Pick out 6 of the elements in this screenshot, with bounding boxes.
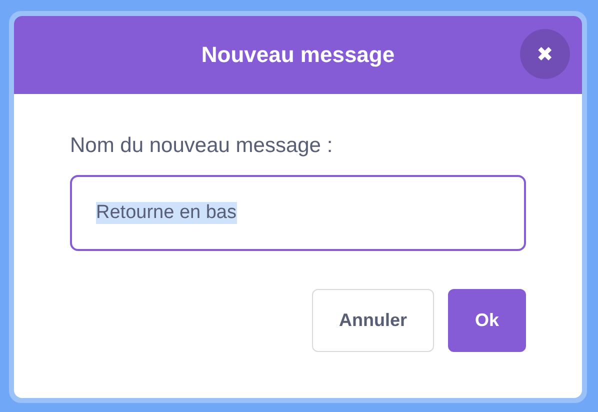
close-button[interactable]: ✖: [520, 29, 570, 79]
dialog-title: Nouveau message: [201, 42, 395, 68]
cancel-button[interactable]: Annuler: [312, 289, 434, 352]
field-label: Nom du nouveau message :: [70, 134, 334, 158]
ok-button[interactable]: Ok: [448, 289, 526, 352]
input-field[interactable]: Retourne en bas: [70, 175, 526, 251]
